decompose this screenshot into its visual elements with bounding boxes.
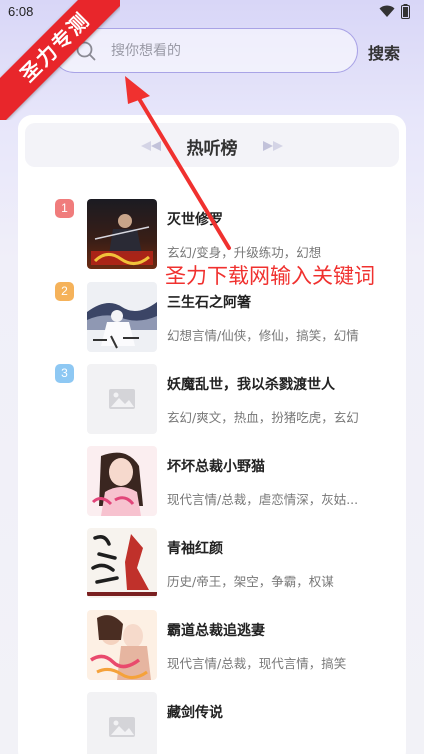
book-title: 灭世修罗 bbox=[167, 212, 223, 228]
book-title: 坏坏总裁小野猫 bbox=[167, 459, 265, 475]
status-bar: 6:08 bbox=[0, 0, 424, 26]
status-time: 6:08 bbox=[8, 4, 34, 19]
search-input[interactable] bbox=[111, 42, 331, 59]
double-arrow-right-icon bbox=[263, 141, 283, 151]
book-tags: 玄幻/变身，升级练功，幻想 bbox=[167, 245, 322, 260]
rank-badge: 2 bbox=[55, 282, 74, 301]
book-title: 霸道总裁追逃妻 bbox=[167, 623, 265, 639]
status-icons bbox=[379, 4, 410, 19]
image-placeholder-icon bbox=[109, 717, 135, 737]
list-item[interactable]: 2 三生石之阿箸 幻想言情/仙侠，修仙，搞笑，幻情 bbox=[18, 282, 406, 357]
book-cover bbox=[87, 610, 157, 680]
book-title: 青袖红颜 bbox=[167, 541, 223, 557]
list-item[interactable]: 青袖红颜 历史/帝王，架空，争霸，权谋 bbox=[18, 528, 406, 603]
image-placeholder-icon bbox=[109, 389, 135, 409]
book-tags: 现代言情/总裁，现代言情，搞笑 bbox=[167, 656, 347, 671]
list-item[interactable]: 霸道总裁追逃妻 现代言情/总裁，现代言情，搞笑 bbox=[18, 610, 406, 685]
book-tags: 现代言情/总裁，虐恋情深，灰姑... bbox=[167, 492, 359, 507]
search-box[interactable] bbox=[52, 28, 358, 73]
book-tags: 幻想言情/仙侠，修仙，搞笑，幻情 bbox=[167, 328, 359, 343]
book-cover bbox=[87, 528, 157, 598]
hot-list-card: 热听榜 1 灭世修罗 玄幻/变身，升级练功，幻想 2 三生石之阿箸 幻想言情/仙… bbox=[18, 115, 406, 754]
battery-icon bbox=[401, 4, 410, 19]
rank-badge: 3 bbox=[55, 364, 74, 383]
book-cover bbox=[87, 446, 157, 516]
book-cover bbox=[87, 692, 157, 754]
search-icon bbox=[76, 41, 96, 60]
book-cover bbox=[87, 199, 157, 269]
book-cover bbox=[87, 282, 157, 352]
annotation-text: 圣力下载网输入关键词 bbox=[165, 264, 375, 288]
rank-badge: 1 bbox=[55, 199, 74, 218]
list-item[interactable]: 坏坏总裁小野猫 现代言情/总裁，虐恋情深，灰姑... bbox=[18, 446, 406, 521]
book-cover bbox=[87, 364, 157, 434]
list-item[interactable]: 藏剑传说 bbox=[18, 692, 406, 754]
hot-list-title: 热听榜 bbox=[186, 139, 238, 159]
book-title: 妖魔乱世，我以杀戮渡世人 bbox=[167, 377, 335, 393]
book-title: 藏剑传说 bbox=[167, 705, 223, 721]
book-tags: 玄幻/爽文，热血，扮猪吃虎，玄幻 bbox=[167, 410, 359, 425]
wifi-icon bbox=[379, 5, 395, 18]
book-title: 三生石之阿箸 bbox=[167, 295, 251, 311]
hot-list-header: 热听榜 bbox=[25, 123, 399, 167]
search-button[interactable]: 搜索 bbox=[368, 40, 400, 64]
list-item[interactable]: 3 妖魔乱世，我以杀戮渡世人 玄幻/爽文，热血，扮猪吃虎，玄幻 bbox=[18, 364, 406, 439]
book-tags: 历史/帝王，架空，争霸，权谋 bbox=[167, 574, 334, 589]
